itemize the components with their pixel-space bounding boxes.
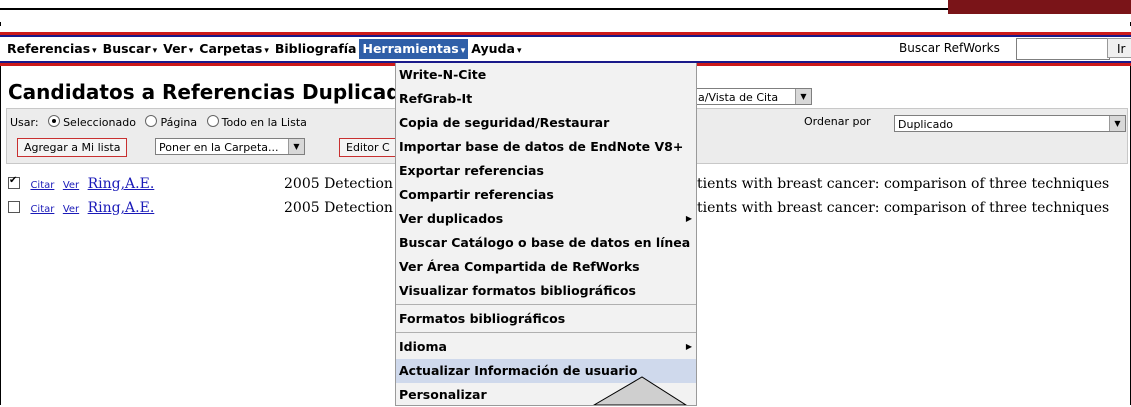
menu-item-label: Compartir referencias [399,187,554,202]
menu-ayuda[interactable]: Ayuda ▾ [468,39,524,59]
row-year-title: 2005 Detection [284,200,393,216]
brand-strip [948,0,1131,14]
menu-item-preview-formats[interactable]: Visualizar formatos bibliográficos [396,279,696,303]
menu-label: Ayuda [471,41,515,56]
cite-link[interactable]: Citar [30,180,54,191]
chevron-down-icon: ▼ [288,139,304,154]
sort-select-value: Duplicado [898,118,954,131]
author-link[interactable]: Ring,A.E. [88,200,155,216]
row-checkbox[interactable] [8,175,20,189]
menu-item-shared-area[interactable]: Ver Área Compartida de RefWorks [396,255,696,279]
menu-item-write-n-cite[interactable]: Write-N-Cite [396,63,696,87]
menu-item-label: Importar base de datos de EndNote V8+ [399,139,684,154]
menu-item-label: Exportar referencias [399,163,544,178]
search-input[interactable] [1016,38,1110,60]
menu-item-label: Formatos bibliográficos [399,311,566,326]
menu-item-label: Personalizar [399,387,487,402]
chevron-down-icon: ▼ [1109,116,1125,131]
search-go-button[interactable]: Ir [1107,38,1131,58]
radio-pagina[interactable] [145,115,158,127]
row-title-rest: tients with breast cancer: comparison of… [697,176,1110,192]
menu-ver[interactable]: Ver ▾ [160,39,196,59]
menu-bibliografia[interactable]: Bibliografía [272,39,360,59]
view-select[interactable]: a/Vista de Cita ▼ [694,88,812,105]
add-to-my-list-button[interactable]: Agregar a Mi lista [17,138,128,157]
menu-carpetas[interactable]: Carpetas ▾ [196,39,272,59]
herramientas-dropdown: Write-N-Cite RefGrab-It Copia de segurid… [395,63,697,406]
menu-item-export[interactable]: Exportar referencias [396,159,696,183]
menu-item-bibliographic-formats[interactable]: Formatos bibliográficos [396,307,696,331]
radio-seleccionado-label: Seleccionado [63,116,136,129]
menu-item-label: Buscar Catálogo o base de datos en línea [399,235,691,250]
menu-label: Buscar [102,41,151,56]
menu-item-label: Ver duplicados [399,211,504,226]
menu-item-search-catalog[interactable]: Buscar Catálogo o base de datos en línea [396,231,696,255]
author-link[interactable]: Ring,A.E. [88,176,155,192]
page-title: Candidatos a Referencias Duplicad [8,80,401,104]
main-menu: Referencias ▾ Buscar ▾ Ver ▾ Carpetas ▾ Bibl… [4,39,524,59]
chevron-down-icon: ▾ [92,46,97,56]
submenu-arrow-icon: ▶ [685,214,692,223]
editor-button[interactable]: Editor C [339,138,403,157]
nav-top-blue-rule [0,35,1131,37]
submenu-arrow-icon: ▶ [685,342,692,351]
row-year-title: 2005 Detection [284,176,393,192]
chevron-down-icon: ▾ [516,46,522,56]
radio-pagina-label: Página [160,116,198,129]
chevron-down-icon: ▾ [188,46,194,56]
table-row: Citar Ver Ring,A.E. [8,200,154,218]
menu-item-view-duplicates[interactable]: Ver duplicados ▶ [396,207,696,231]
callout-pointer-icon [593,376,687,405]
menu-item-label: Write-N-Cite [399,67,487,82]
menu-item-share[interactable]: Compartir referencias [396,183,696,207]
menu-item-label: Idioma [399,339,447,354]
menu-item-backup-restore[interactable]: Copia de seguridad/Restaurar [396,111,696,135]
menu-label: Ver [163,41,187,56]
menu-label: Herramientas [362,41,459,56]
sort-select[interactable]: Duplicado ▼ [894,115,1126,132]
folder-select-value: Poner en la Carpeta... [159,141,279,154]
menu-label: Referencias [7,41,91,56]
view-select-value: a/Vista de Cita [698,91,779,104]
ordenar-label: Ordenar por [804,115,871,128]
menu-item-language[interactable]: Idioma ▶ [396,335,696,359]
chevron-down-icon: ▾ [264,46,269,56]
menu-item-label: Visualizar formatos bibliográficos [399,283,636,298]
menu-referencias[interactable]: Referencias ▾ [4,39,100,59]
menu-buscar[interactable]: Buscar ▾ [100,39,160,59]
row-checkbox[interactable] [8,201,20,213]
view-link[interactable]: Ver [63,180,79,191]
menu-item-refgrab-it[interactable]: RefGrab-It [396,87,696,111]
menu-herramientas[interactable]: Herramientas ▾ [359,39,469,59]
chevron-down-icon: ▾ [460,46,466,56]
menu-label: Carpetas [199,41,263,56]
radio-seleccionado[interactable] [48,115,61,127]
menu-item-label: Copia de seguridad/Restaurar [399,115,610,130]
menu-item-label: Ver Área Compartida de RefWorks [399,259,640,274]
menu-item-import-endnote[interactable]: Importar base de datos de EndNote V8+ [396,135,696,159]
folder-select[interactable]: Poner en la Carpeta... ▼ [155,138,305,155]
chevron-down-icon: ▼ [795,89,811,104]
usar-label: Usar: [10,116,39,129]
menu-label: Bibliografía [274,41,357,56]
cite-link[interactable]: Citar [30,204,54,215]
top-header-bar [0,0,1131,24]
radio-todo-label: Todo en la Lista [221,116,307,129]
usar-options: Usar: Seleccionado Página Todo en la Lis… [10,115,307,129]
view-link[interactable]: Ver [63,204,79,215]
chevron-down-icon: ▾ [152,46,158,56]
search-label: Buscar RefWorks [899,41,1000,55]
menu-separator [396,304,696,305]
table-row: Citar Ver Ring,A.E. [8,175,155,194]
menu-separator [396,332,696,333]
radio-todo[interactable] [206,115,219,127]
menu-item-label: RefGrab-It [399,91,473,106]
row-title-rest: tients with breast cancer: comparison of… [697,200,1110,216]
